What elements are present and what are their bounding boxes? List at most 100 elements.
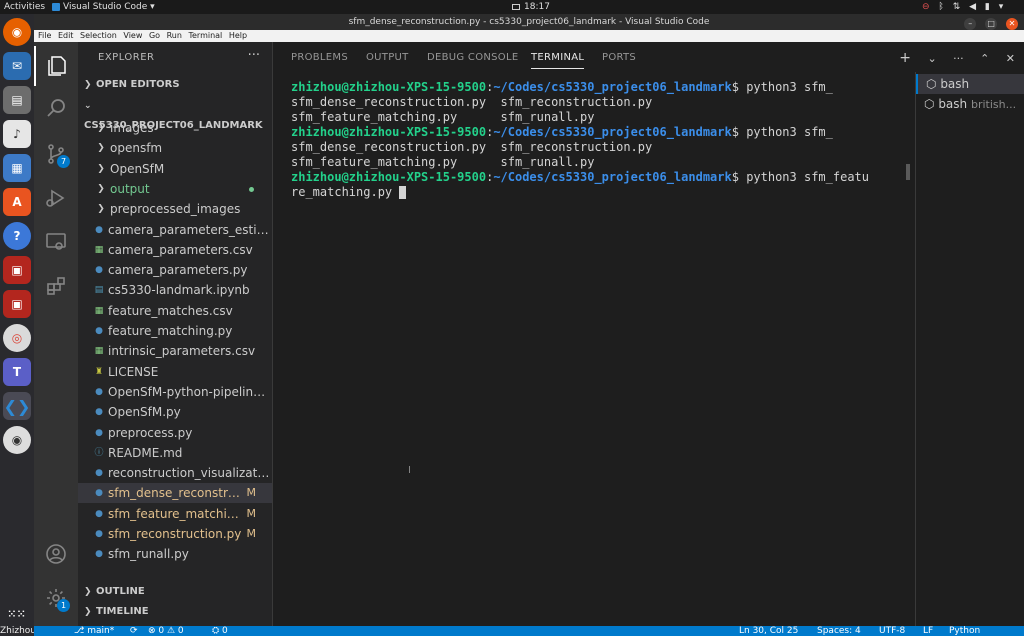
terminal-item-bash-2[interactable]: ⬡ bash british... [916,94,1024,114]
terminal-item-bash-1[interactable]: ⬡ bash [916,74,1024,94]
remote-explorer-icon[interactable] [34,222,78,262]
app-eye-icon[interactable]: ◉ [3,426,31,454]
folder-item[interactable]: ❯ output [78,179,272,199]
run-debug-icon[interactable] [34,178,78,218]
menu-go[interactable]: Go [149,30,160,42]
tab-debug-console[interactable]: DEBUG CONSOLE [427,52,518,63]
folder-item[interactable]: ❯ opensfm [78,138,272,158]
explorer-more-button[interactable]: ··· [248,48,260,63]
cursor-position[interactable]: Ln 30, Col 25 [739,626,798,636]
manage-gear-icon[interactable]: 1 [34,578,78,618]
file-item[interactable]: ● OpenSfM.py [78,402,272,422]
tree-item-label: LICENSE [108,364,159,379]
menu-selection[interactable]: Selection [80,30,117,42]
ports-indicator[interactable]: ⛭ 0 [212,626,228,636]
file-item[interactable]: ● feature_matching.py [78,321,272,341]
csv-file-icon: ▦ [94,305,104,316]
terminal-dropdown-button[interactable]: ⌄ [927,52,936,65]
search-icon[interactable] [34,88,78,128]
panel-actions: + ⌄ ··· ⌃ ✕ [887,50,1015,66]
file-item[interactable]: ▤ cs5330-landmark.ipynb [78,280,272,300]
help-icon[interactable]: ? [3,222,31,250]
file-item[interactable]: ● reconstruction_visualizatio... [78,463,272,483]
menu-edit[interactable]: Edit [58,30,74,42]
new-terminal-button[interactable]: + [899,50,911,66]
file-item[interactable]: ▦ camera_parameters.csv [78,240,272,260]
files-icon[interactable]: ▤ [3,86,31,114]
tree-item-label: reconstruction_visualizatio... [108,466,270,481]
terminal-list: ⬡ bash ⬡ bash british... [915,72,1024,632]
tab-terminal[interactable]: TERMINAL [531,52,585,69]
extensions-icon[interactable] [34,266,78,306]
output-text: sfm_feature_matching.py sfm_runall.py [291,110,595,124]
gnome-top-bar: Activities Visual Studio Code ▾ 18:17 ⊖ … [0,0,1024,14]
writer-icon[interactable]: ▦ [3,154,31,182]
indentation[interactable]: Spaces: 4 [817,626,861,636]
panel-close-button[interactable]: ✕ [1006,52,1015,65]
prompt-path: ~/Codes/cs5330_project06_landmark [493,125,732,139]
project-section[interactable]: ⌄CS5330_PROJECT06_LANDMARK [78,96,272,131]
menu-help[interactable]: Help [229,30,247,42]
folder-item[interactable]: ❯ images [78,118,272,138]
file-item[interactable]: ⓘ README.md [78,443,272,463]
app-red-icon[interactable]: ▣ [3,256,31,284]
panel-more-button[interactable]: ··· [953,52,964,65]
status-bar: ⎇ main* ⟳ ⊗ 0 ⚠ 0 ⛭ 0 Ln 30, Col 25 Spac… [34,626,1024,636]
thunderbird-icon[interactable]: ✉ [3,52,31,80]
file-item[interactable]: ♜ LICENSE [78,362,272,382]
vscode-small-icon [52,2,60,11]
software-center-icon[interactable]: A [3,188,31,216]
file-item[interactable]: ▦ feature_matches.csv [78,301,272,321]
python-file-icon: ● [95,488,103,499]
explorer-icon[interactable] [34,46,78,86]
activities-button[interactable]: Activities [4,1,45,13]
timeline-section[interactable]: ❯ TIMELINE [78,602,272,622]
branch-indicator[interactable]: ⎇ main* [74,626,114,636]
tab-problems[interactable]: PROBLEMS [291,52,348,63]
git-untracked-dot-icon [249,186,254,192]
maximize-button[interactable]: □ [985,18,998,30]
file-item[interactable]: ● preprocess.py [78,423,272,443]
show-apps-icon[interactable]: ⁙⁙ [3,600,31,628]
tab-output[interactable]: OUTPUT [366,52,409,63]
menu-run[interactable]: Run [167,30,182,42]
minimize-button[interactable]: – [964,18,977,30]
file-item[interactable]: ● camera_parameters.py [78,260,272,280]
close-window-button[interactable]: ✕ [1006,18,1018,30]
terminal-output[interactable]: zhizhou@zhizhou-XPS-15-9500:~/Codes/cs53… [291,80,911,200]
account-icon[interactable] [34,534,78,574]
source-control-icon[interactable]: 7 [34,134,78,174]
system-tray[interactable]: ⊖ ᛒ ⇅ ◀ ▮ ▾ [916,1,1003,13]
file-item[interactable]: ● sfm_reconstruction.py M [78,524,272,544]
end-of-line[interactable]: LF [923,626,933,636]
chrome-icon[interactable]: ◎ [3,324,31,352]
folder-item[interactable]: ❯ preprocessed_images [78,199,272,219]
app-red-2-icon[interactable]: ▣ [3,290,31,318]
file-item[interactable]: ● sfm_dense_reconstru... M [78,483,272,504]
menu-terminal[interactable]: Terminal [188,30,222,42]
problems-indicator[interactable]: ⊗ 0 ⚠ 0 [148,626,184,636]
menu-view[interactable]: View [123,30,142,42]
encoding[interactable]: UTF-8 [879,626,905,636]
language-mode[interactable]: Python [949,626,980,636]
folder-item[interactable]: ❯ OpenSfM [78,159,272,179]
teams-icon[interactable]: T [3,358,31,386]
outline-section[interactable]: ❯ OUTLINE [78,582,272,602]
tab-ports[interactable]: PORTS [602,52,636,63]
sync-button[interactable]: ⟳ [130,626,138,636]
window-titlebar[interactable]: sfm_dense_reconstruction.py - cs5330_pro… [34,14,1024,30]
file-item[interactable]: ▦ intrinsic_parameters.csv [78,341,272,361]
file-item[interactable]: ● sfm_runall.py [78,544,272,564]
firefox-icon[interactable]: ◉ [3,18,31,46]
file-item[interactable]: ● OpenSfM-python-pipeline.py [78,382,272,402]
terminal-scrollbar[interactable] [906,164,910,180]
open-editors-section[interactable]: ❯ OPEN EDITORS [78,75,272,95]
app-menu[interactable]: Visual Studio Code ▾ [52,1,155,13]
file-item[interactable]: ● sfm_feature_matchin... M [78,504,272,524]
vscode-icon[interactable]: ❮❯ [3,392,31,420]
rhythmbox-icon[interactable]: ♪ [3,120,31,148]
clock[interactable]: 18:17 [512,1,550,13]
panel-maximize-button[interactable]: ⌃ [980,52,989,65]
file-item[interactable]: ● camera_parameters_estim... [78,220,272,240]
menu-file[interactable]: File [38,30,51,42]
